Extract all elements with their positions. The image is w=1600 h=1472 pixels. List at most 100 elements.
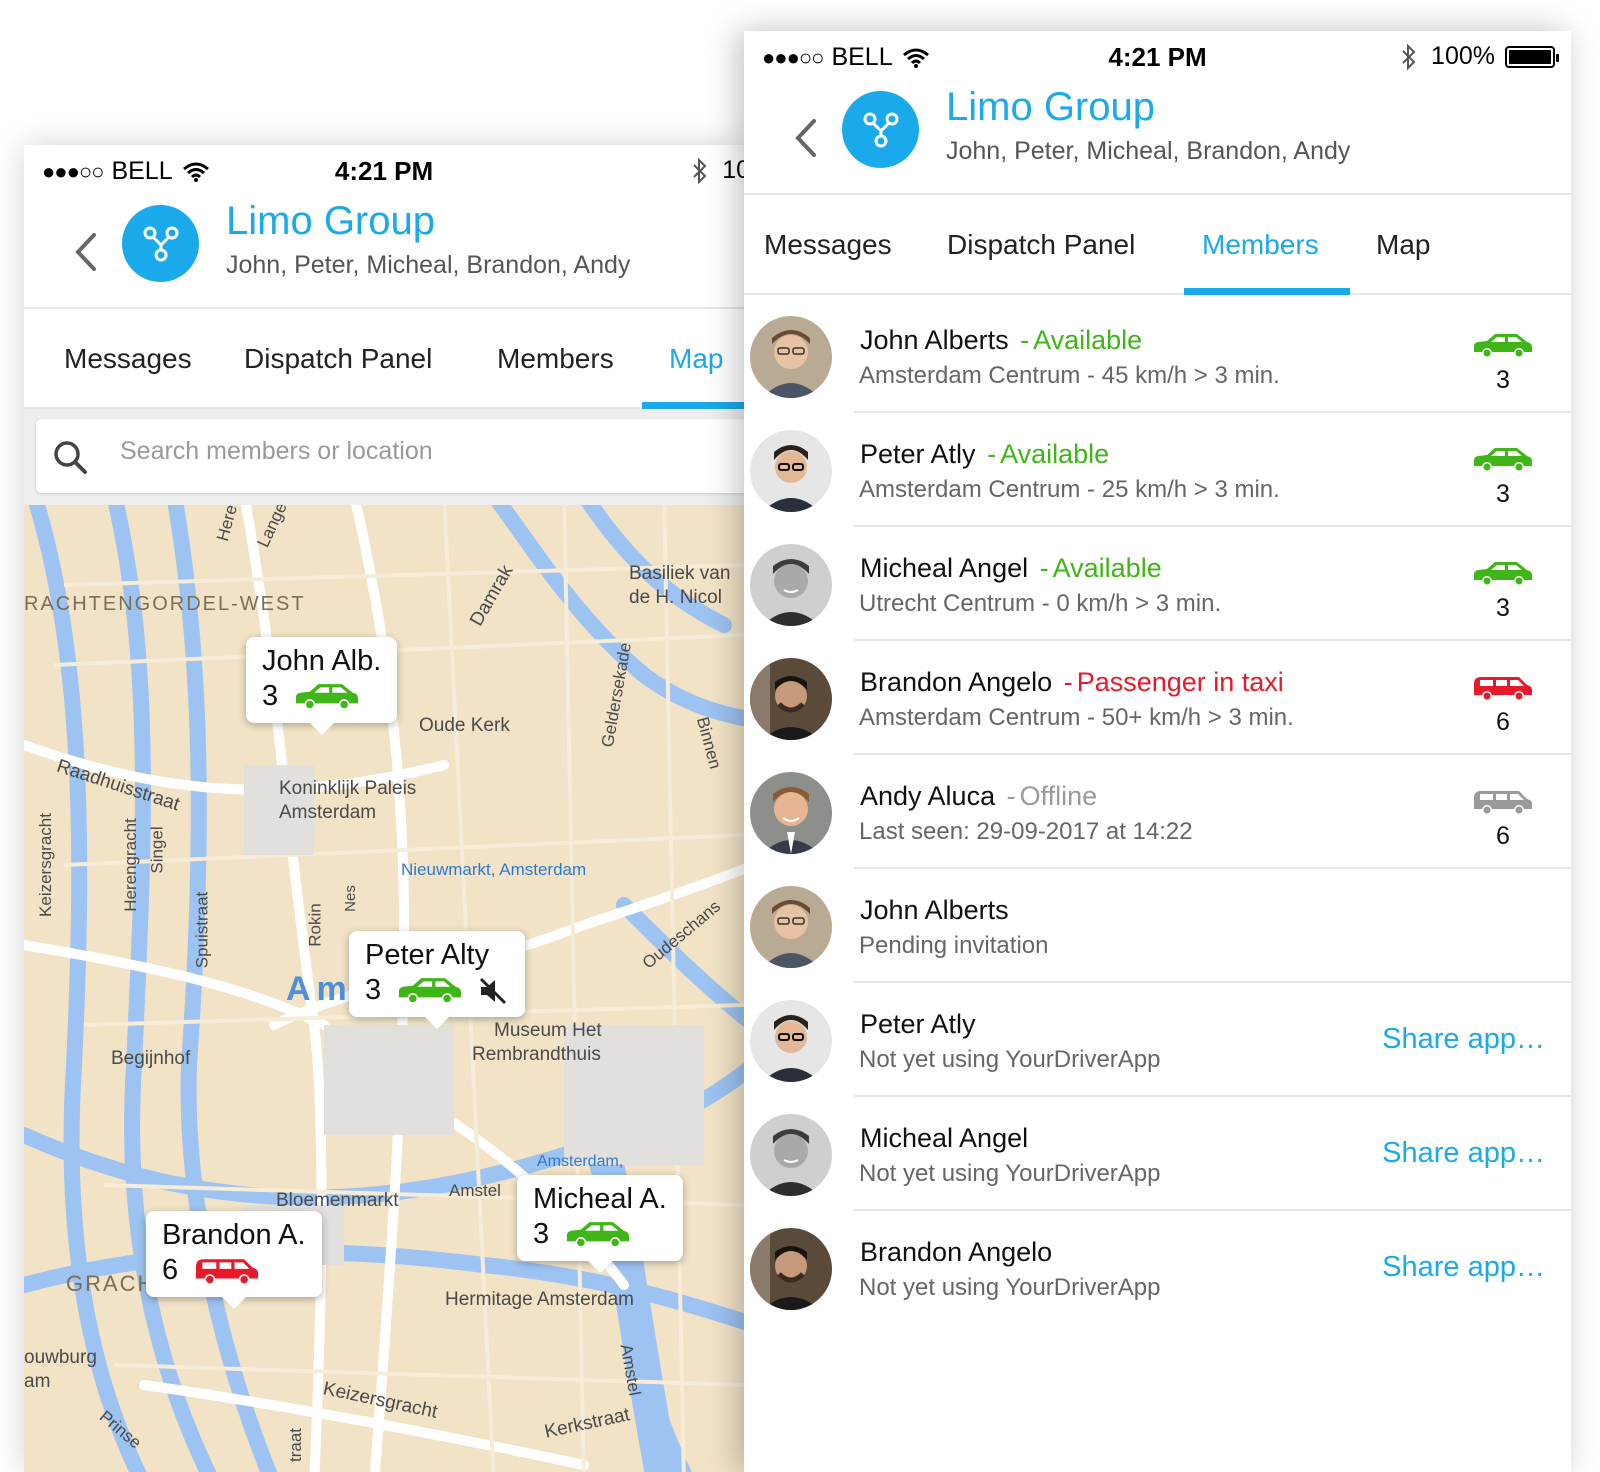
search-bar: [24, 409, 744, 505]
back-chevron-icon[interactable]: [66, 227, 106, 277]
member-name-line: John Alberts - Available: [860, 325, 1142, 356]
member-invite-status: Pending invitation: [859, 932, 1049, 959]
status-bar: ●●●○○ BELL 4:21 PM 100%: [744, 31, 1571, 83]
map-pin-peter[interactable]: Peter Alty 3: [349, 931, 526, 1029]
member-name: Micheal Angel: [860, 553, 1029, 583]
pin-name: Peter Alty: [365, 939, 490, 971]
chat-header: Limo Group John, Peter, Micheal, Brandon…: [744, 83, 1571, 195]
map-label: ouwburg: [24, 1347, 97, 1368]
map-label: Nes: [341, 885, 359, 912]
avatar: [750, 430, 832, 512]
member-name: Peter Atly: [860, 1009, 976, 1039]
member-row-micheal-angel-invite: Micheal Angel Not yet using YourDriverAp…: [744, 1097, 1571, 1211]
pin-count: 3: [533, 1218, 550, 1250]
avatar: [750, 544, 832, 626]
pin-name: John Alb.: [262, 645, 382, 677]
member-location: Utrecht Centrum - 0 km/h > 3 min.: [859, 590, 1222, 617]
tab-map[interactable]: Map: [1376, 229, 1430, 261]
map-pin-micheal[interactable]: Micheal A. 3: [517, 1175, 683, 1273]
member-name-line: Brandon Angelo - Passenger in taxi: [860, 667, 1284, 698]
member-status: Offline: [1019, 781, 1098, 811]
member-list: John Alberts - Available Amsterdam Centru…: [744, 299, 1571, 1325]
tab-active-indicator: [642, 402, 744, 409]
vehicle-info: 3: [1471, 446, 1535, 509]
search-input[interactable]: [120, 437, 680, 466]
van-icon: [1474, 791, 1532, 815]
member-status: Available: [1052, 553, 1162, 583]
tab-active-indicator: [1184, 288, 1350, 295]
group-title: Limo Group: [226, 199, 435, 243]
map-label: Bloemenmarkt: [276, 1190, 399, 1211]
share-app-link[interactable]: Share app…: [1382, 1251, 1545, 1284]
map-view[interactable]: Basiliek van de H. Nicol RACHTENGORDEL-W…: [24, 505, 744, 1472]
seat-count: 3: [1496, 594, 1510, 622]
group-avatar[interactable]: [122, 205, 199, 282]
map-label: Amstel: [449, 1181, 501, 1200]
group-avatar[interactable]: [842, 91, 919, 168]
tab-dispatch-panel[interactable]: Dispatch Panel: [244, 343, 432, 375]
map-label: traat: [286, 1427, 306, 1463]
member-status: Available: [1000, 439, 1110, 469]
map-pin-brandon[interactable]: Brandon A. 6: [146, 1211, 322, 1309]
battery-percent: 100%: [1431, 42, 1495, 70]
member-name: John Alberts: [860, 895, 1009, 925]
member-name: Andy Aluca: [860, 781, 996, 811]
vehicle-info: 3: [1471, 332, 1535, 395]
status-separator: -: [1039, 553, 1049, 583]
avatar: [750, 1228, 832, 1310]
member-name-line: Peter Atly - Available: [860, 439, 1109, 470]
battery-percent: 100: [722, 156, 744, 184]
search-box[interactable]: [36, 419, 744, 493]
map-label: Singel: [147, 826, 167, 874]
tab-messages[interactable]: Messages: [764, 229, 892, 261]
share-app-link[interactable]: Share app…: [1382, 1023, 1545, 1056]
car-icon: [1474, 334, 1532, 358]
member-status: Passenger in taxi: [1076, 667, 1284, 697]
van-icon: [196, 1258, 259, 1285]
status-separator: -: [1006, 781, 1016, 811]
member-invite-status: Not yet using YourDriverApp: [859, 1274, 1161, 1301]
bluetooth-icon: [693, 157, 707, 184]
group-member-names: John, Peter, Micheal, Brandon, Andy: [226, 251, 631, 279]
member-row-brandon-angelo-invite: Brandon Angelo Not yet using YourDriverA…: [744, 1211, 1571, 1325]
member-row-brandon-angelo[interactable]: Brandon Angelo - Passenger in taxi Amster…: [744, 641, 1571, 755]
map-pin-john[interactable]: John Alb. 3: [246, 637, 398, 735]
tab-members[interactable]: Members: [1202, 229, 1319, 261]
member-name-line: Micheal Angel - Available: [860, 553, 1162, 584]
tab-dispatch-panel[interactable]: Dispatch Panel: [947, 229, 1135, 261]
pin-name: Brandon A.: [162, 1219, 306, 1251]
tab-bar: Messages Dispatch Panel Members Map: [24, 309, 744, 409]
status-separator: -: [1063, 667, 1073, 697]
member-last-seen: Last seen: 29-09-2017 at 14:22: [859, 818, 1193, 845]
map-label: GRACH: [66, 1271, 156, 1296]
seat-count: 3: [1496, 366, 1510, 394]
map-label: RACHTENGORDEL-WEST: [24, 593, 306, 615]
clock: 4:21 PM: [334, 156, 434, 186]
map-label: Begijnhof: [111, 1048, 191, 1069]
tab-members[interactable]: Members: [497, 343, 614, 375]
map-label: Rokin: [305, 903, 325, 947]
avatar: [750, 316, 832, 398]
map-label: Rembrandthuis: [472, 1044, 601, 1065]
member-row-john-alberts[interactable]: John Alberts - Available Amsterdam Centru…: [744, 299, 1571, 413]
member-row-peter-atly[interactable]: Peter Atly - Available Amsterdam Centrum …: [744, 413, 1571, 527]
car-icon: [567, 1221, 630, 1248]
tab-messages[interactable]: Messages: [64, 343, 192, 375]
van-icon: [1474, 677, 1532, 701]
map-label: Am: [286, 970, 353, 1008]
member-name: John Alberts: [860, 325, 1009, 355]
member-row-andy-aluca[interactable]: Andy Aluca - Offline Last seen: 29-09-201…: [744, 755, 1571, 869]
share-app-link[interactable]: Share app…: [1382, 1137, 1545, 1170]
group-member-names: John, Peter, Micheal, Brandon, Andy: [946, 137, 1351, 165]
map-label: Basiliek van: [629, 563, 731, 584]
map-label: Koninklijk Paleis: [279, 778, 417, 799]
back-chevron-icon[interactable]: [786, 113, 826, 163]
member-row-micheal-angel[interactable]: Micheal Angel - Available Utrecht Centrum…: [744, 527, 1571, 641]
group-share-icon: [863, 112, 898, 147]
seat-count: 6: [1496, 822, 1510, 850]
tab-map[interactable]: Map: [669, 343, 723, 375]
member-invite-status: Not yet using YourDriverApp: [859, 1046, 1161, 1073]
vehicle-info: 6: [1471, 674, 1535, 737]
group-share-icon: [143, 226, 178, 261]
member-row-john-alberts-pending[interactable]: John Alberts Pending invitation: [744, 869, 1571, 983]
